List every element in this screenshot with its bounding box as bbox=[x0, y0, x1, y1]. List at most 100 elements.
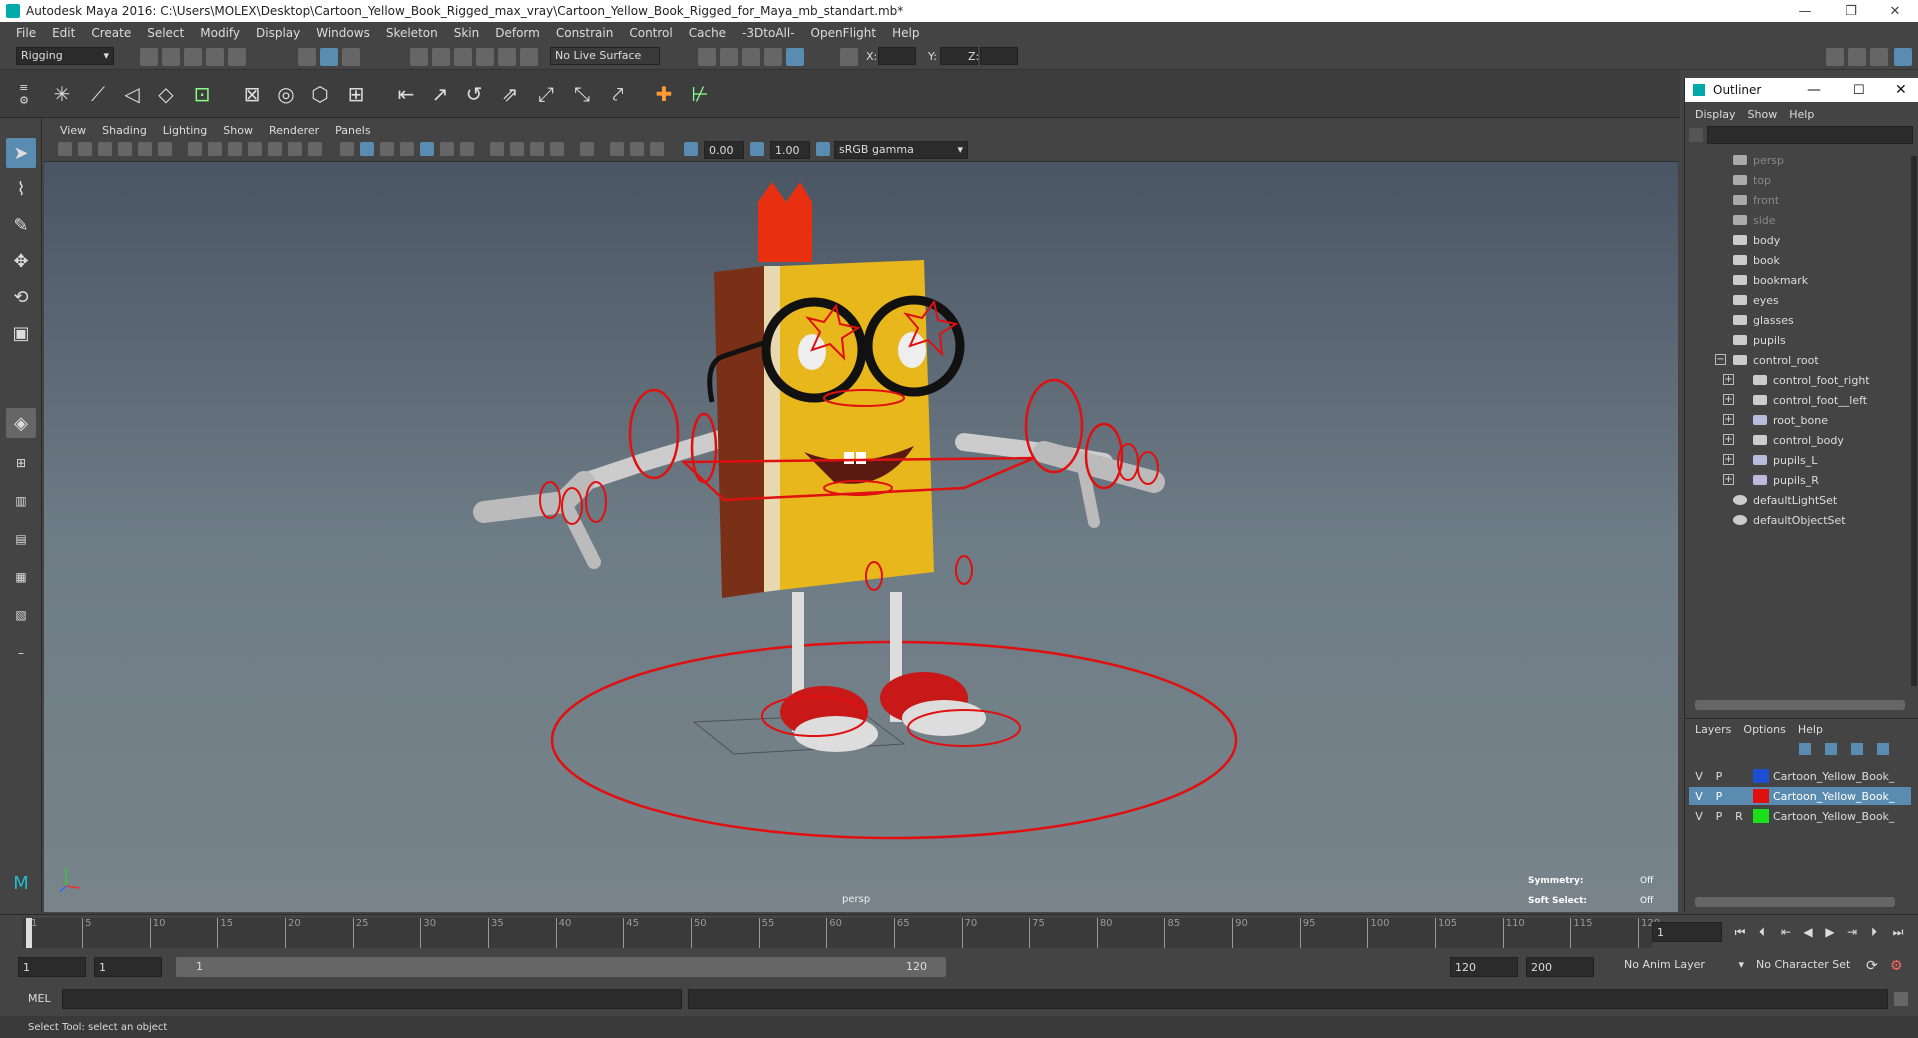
blend-shape-icon[interactable]: ⊞ bbox=[342, 80, 370, 108]
move-tool-icon[interactable]: ✥ bbox=[6, 246, 36, 276]
vp-menu-renderer[interactable]: Renderer bbox=[261, 124, 327, 137]
vp-menu-panels[interactable]: Panels bbox=[327, 124, 378, 137]
rotate-tool-icon[interactable]: ⟲ bbox=[6, 282, 36, 312]
new-layer-selected-icon[interactable] bbox=[1877, 743, 1889, 755]
camera-select-icon[interactable] bbox=[58, 142, 72, 156]
xray-components-icon[interactable] bbox=[650, 142, 664, 156]
paint-select-icon[interactable]: ✎ bbox=[6, 210, 36, 240]
minimize-icon[interactable]: — bbox=[1807, 82, 1821, 98]
menu-openflight[interactable]: OpenFlight bbox=[803, 26, 885, 40]
pole-vector-icon[interactable]: ⤡ bbox=[568, 80, 596, 108]
render-view-icon[interactable] bbox=[698, 48, 716, 66]
wrap-icon[interactable]: ⬡ bbox=[306, 80, 334, 108]
ik-handle-icon[interactable]: ◇ bbox=[152, 80, 180, 108]
new-layer-icon[interactable] bbox=[1851, 743, 1863, 755]
wireframe-on-shaded-icon[interactable] bbox=[400, 142, 414, 156]
snap-curve-icon[interactable] bbox=[432, 48, 450, 66]
layer-hscrollbar[interactable] bbox=[1695, 897, 1895, 907]
grid-toggle-icon[interactable] bbox=[188, 142, 202, 156]
expand-icon[interactable]: + bbox=[1723, 434, 1734, 445]
layer-name[interactable]: Cartoon_Yellow_Book_ bbox=[1773, 770, 1894, 783]
current-time-marker[interactable] bbox=[26, 918, 32, 948]
textured-icon[interactable] bbox=[420, 142, 434, 156]
scale-constraint-icon[interactable]: ⤢ bbox=[532, 80, 560, 108]
render-settings-icon[interactable] bbox=[764, 48, 782, 66]
cluster-icon[interactable]: ⊠ bbox=[238, 80, 266, 108]
menuset-dropdown[interactable]: Rigging ▾ bbox=[16, 47, 114, 65]
layer-color-swatch[interactable] bbox=[1753, 789, 1769, 803]
shelf-options-icon[interactable]: ≡ ⚙ bbox=[10, 80, 38, 108]
range-slider[interactable]: 1 120 bbox=[176, 957, 946, 977]
colorspace-dropdown[interactable]: sRGB gamma ▾ bbox=[834, 141, 968, 159]
outliner-item[interactable]: front bbox=[1733, 190, 1918, 210]
menu-cache[interactable]: Cache bbox=[681, 26, 734, 40]
lights-icon[interactable] bbox=[440, 142, 454, 156]
hypershade-icon[interactable] bbox=[786, 48, 804, 66]
outliner-scrollbar[interactable] bbox=[1911, 156, 1917, 686]
snap-view-icon[interactable] bbox=[476, 48, 494, 66]
vp-menu-lighting[interactable]: Lighting bbox=[155, 124, 215, 137]
menu-modify[interactable]: Modify bbox=[192, 26, 248, 40]
current-frame-field[interactable]: 1 bbox=[1652, 922, 1722, 942]
snap-surface-icon[interactable] bbox=[498, 48, 516, 66]
snap-vertex-icon[interactable] bbox=[520, 48, 538, 66]
outliner-item[interactable]: side bbox=[1733, 210, 1918, 230]
minimize-button[interactable]: — bbox=[1782, 0, 1828, 22]
go-to-end-icon[interactable]: ⏭ bbox=[1888, 922, 1908, 942]
menu-constrain[interactable]: Constrain bbox=[548, 26, 622, 40]
ambient-occlusion-icon[interactable] bbox=[490, 142, 504, 156]
outliner-item[interactable]: + pupils_L bbox=[1723, 450, 1918, 470]
outliner-item[interactable]: top bbox=[1733, 170, 1918, 190]
layer-playback[interactable]: P bbox=[1709, 790, 1729, 803]
hypershade-layout-icon[interactable]: ▦ bbox=[6, 562, 36, 592]
outliner-item[interactable]: + root_bone bbox=[1723, 410, 1918, 430]
live-surface-field[interactable]: No Live Surface bbox=[550, 47, 660, 65]
mirror-joint-icon[interactable]: ◁ bbox=[118, 80, 146, 108]
aim-constraint-icon[interactable]: ↗ bbox=[426, 80, 454, 108]
gamma-icon[interactable] bbox=[750, 142, 764, 156]
menu-help[interactable]: Help bbox=[884, 26, 927, 40]
layer-menu-layers[interactable]: Layers bbox=[1689, 723, 1737, 736]
menu-control[interactable]: Control bbox=[621, 26, 680, 40]
layer-row-2[interactable]: V P Cartoon_Yellow_Book_ bbox=[1689, 787, 1911, 805]
step-forward-frame-icon[interactable]: ⇥ bbox=[1842, 922, 1862, 942]
anti-alias-icon[interactable] bbox=[530, 142, 544, 156]
layer-display-type[interactable]: R bbox=[1729, 810, 1749, 823]
layer-visibility[interactable]: V bbox=[1689, 810, 1709, 823]
z-field[interactable] bbox=[980, 47, 1018, 65]
outliner-item[interactable]: pupils bbox=[1733, 330, 1918, 350]
x-field[interactable] bbox=[878, 47, 916, 65]
move-layer-down-icon[interactable] bbox=[1825, 743, 1837, 755]
play-forward-icon[interactable]: ▶ bbox=[1820, 922, 1840, 942]
transform-mode-icon[interactable] bbox=[840, 48, 858, 66]
outliner-item[interactable]: + control_foot__left bbox=[1723, 390, 1918, 410]
layer-row-1[interactable]: V P Cartoon_Yellow_Book_ bbox=[1689, 767, 1911, 785]
layer-visibility[interactable]: V bbox=[1689, 770, 1709, 783]
select-component-icon[interactable] bbox=[342, 48, 360, 66]
wireframe-icon[interactable] bbox=[340, 142, 354, 156]
playback-start-field[interactable]: 1 bbox=[94, 957, 162, 977]
locator-icon[interactable]: ✚ bbox=[650, 80, 678, 108]
snap-point-icon[interactable] bbox=[454, 48, 472, 66]
color-management-icon[interactable] bbox=[816, 142, 830, 156]
play-backward-icon[interactable]: ◀ bbox=[1798, 922, 1818, 942]
mel-label[interactable]: MEL bbox=[28, 992, 51, 1005]
outliner-layout-icon[interactable]: ▥ bbox=[6, 486, 36, 516]
exposure-field[interactable]: 0.00 bbox=[704, 141, 744, 159]
expand-icon[interactable]: + bbox=[1723, 474, 1734, 485]
bind-skin-icon[interactable]: ⊡ bbox=[188, 80, 216, 108]
auto-key-icon[interactable]: ⟳ bbox=[1866, 958, 1884, 976]
animation-end-field[interactable]: 200 bbox=[1526, 957, 1594, 977]
gamma-field[interactable]: 1.00 bbox=[770, 141, 810, 159]
expand-icon[interactable]: + bbox=[1723, 414, 1734, 425]
time-slider[interactable]: 1 5 10 15 20 25 30 35 40 45 50 55 60 65 70 75 80 85 90 95 10… bbox=[22, 918, 1660, 948]
outliner-search-field[interactable] bbox=[1707, 126, 1913, 144]
motion-blur-icon[interactable] bbox=[510, 142, 524, 156]
3d-viewport[interactable]: persp Symmetry: Off Soft Select: Off bbox=[44, 162, 1678, 912]
book-cover[interactable] bbox=[780, 260, 934, 590]
step-back-key-icon[interactable]: ⏴ bbox=[1752, 922, 1772, 942]
outliner-hscrollbar[interactable] bbox=[1695, 700, 1905, 710]
perspective-layout-icon[interactable]: ▧ bbox=[6, 600, 36, 630]
outliner-item[interactable]: glasses bbox=[1733, 310, 1918, 330]
geometry-constraint-icon[interactable]: ⤤ bbox=[604, 80, 632, 108]
